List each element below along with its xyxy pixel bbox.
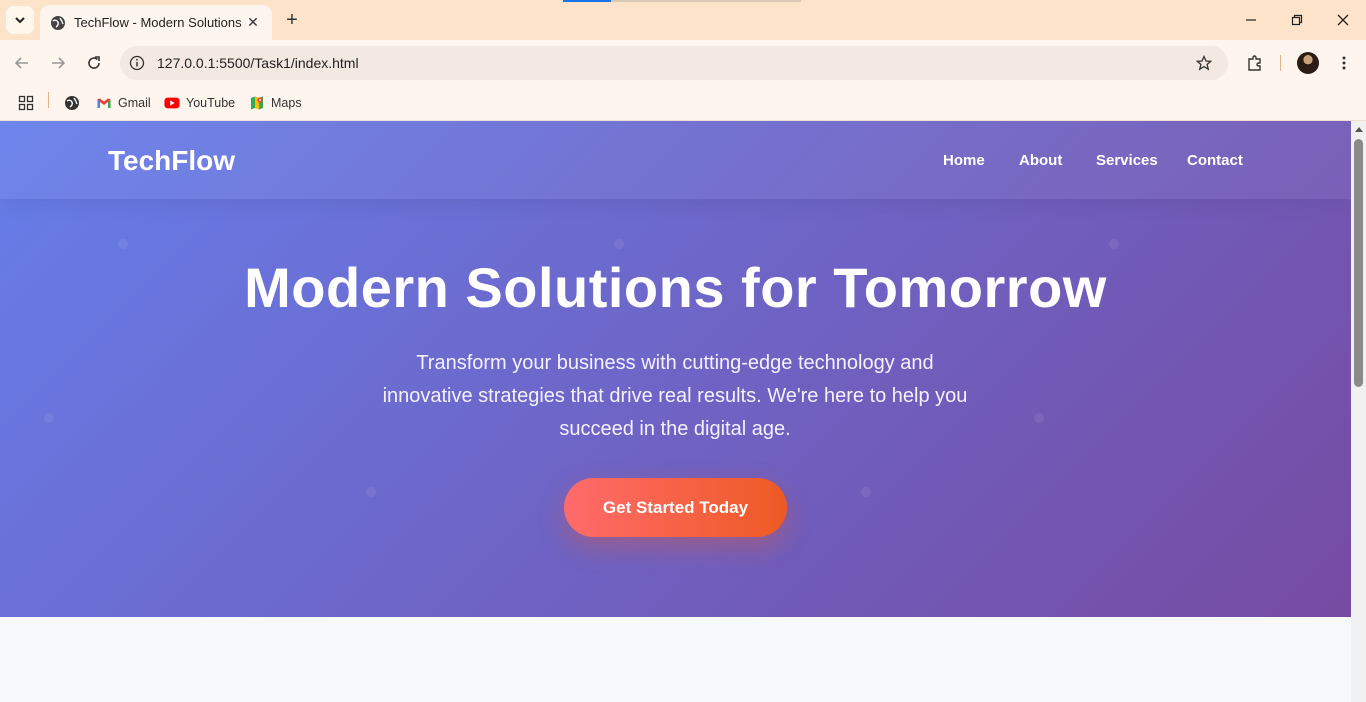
minimize-icon (1246, 19, 1256, 21)
scroll-up-arrow-icon[interactable] (1351, 123, 1366, 135)
globe-icon (64, 95, 80, 111)
nav-link-contact[interactable]: Contact (1187, 152, 1243, 169)
bookmark-youtube[interactable]: YouTube (164, 92, 235, 114)
forward-button[interactable] (46, 51, 70, 75)
nav-link-about[interactable]: About (1019, 152, 1062, 169)
bookmarks-divider (48, 92, 49, 108)
background-dot (614, 239, 624, 249)
page-scrollbar[interactable] (1351, 121, 1366, 702)
background-dot (366, 487, 376, 497)
close-icon (1337, 14, 1349, 26)
bookmark-label: YouTube (186, 96, 236, 110)
background-dot (1109, 239, 1119, 249)
new-tab-button[interactable]: + (280, 8, 304, 32)
minimize-button[interactable] (1239, 8, 1263, 32)
active-tab[interactable]: TechFlow - Modern Solutions ✕ (40, 5, 272, 40)
kebab-menu-icon (1342, 56, 1346, 70)
restore-button[interactable] (1285, 8, 1309, 32)
bookmark-label: Maps (271, 96, 302, 110)
chevron-down-icon (15, 17, 25, 24)
bookmark-star-icon[interactable] (1192, 51, 1216, 75)
background-dot (118, 239, 128, 249)
apps-grid-icon (18, 95, 34, 111)
bookmark-maps[interactable]: Maps (249, 92, 302, 114)
globe-icon (50, 15, 66, 31)
hero-title: Modern Solutions for Tomorrow (244, 256, 1107, 319)
close-window-button[interactable] (1331, 8, 1355, 32)
tab-drag-indicator (563, 0, 611, 2)
tab-search-button[interactable] (6, 6, 34, 34)
maps-icon (249, 95, 265, 111)
page-viewport: TechFlow Home About Services Contact Mod… (0, 121, 1351, 702)
bookmark-gmail[interactable]: Gmail (96, 92, 151, 114)
background-dot (1034, 413, 1044, 423)
profile-avatar[interactable] (1297, 52, 1319, 74)
site-info-icon[interactable] (127, 53, 147, 73)
toolbar-divider (1280, 55, 1281, 71)
hero-section: TechFlow Home About Services Contact Mod… (0, 121, 1351, 617)
tab-drag-indicator-track (611, 0, 801, 2)
browser-toolbar: 127.0.0.1:5500/Task1/index.html (0, 40, 1366, 86)
puzzle-icon (1248, 55, 1261, 71)
youtube-icon (164, 95, 180, 111)
address-bar[interactable]: 127.0.0.1:5500/Task1/index.html (120, 46, 1228, 80)
background-dot (861, 487, 871, 497)
get-started-button[interactable]: Get Started Today (564, 478, 787, 537)
close-tab-icon[interactable]: ✕ (244, 14, 262, 32)
tab-title: TechFlow - Modern Solutions (74, 15, 242, 30)
tab-strip: TechFlow - Modern Solutions ✕ + (0, 0, 1366, 40)
arrow-left-icon (14, 57, 28, 69)
scrollbar-thumb[interactable] (1354, 139, 1363, 387)
hero-subtitle: Transform your business with cutting-edg… (382, 352, 968, 440)
nav-link-services[interactable]: Services (1096, 152, 1158, 169)
site-header: TechFlow Home About Services Contact (0, 121, 1351, 199)
restore-icon (1291, 14, 1303, 26)
bookmark-label: Gmail (118, 96, 151, 110)
reload-icon (88, 56, 100, 69)
url-text[interactable]: 127.0.0.1:5500/Task1/index.html (157, 55, 1192, 71)
menu-button[interactable] (1332, 51, 1356, 75)
back-button[interactable] (10, 51, 34, 75)
extensions-button[interactable] (1243, 51, 1267, 75)
bookmarks-bar: Gmail YouTube Maps (0, 86, 1366, 121)
bookmark-globe[interactable] (64, 92, 86, 114)
nav-link-home[interactable]: Home (943, 152, 985, 169)
arrow-right-icon (52, 57, 66, 69)
apps-button[interactable] (18, 92, 40, 114)
site-logo[interactable]: TechFlow (108, 145, 235, 177)
gmail-icon (96, 95, 112, 111)
background-dot (44, 413, 54, 423)
reload-button[interactable] (82, 51, 106, 75)
